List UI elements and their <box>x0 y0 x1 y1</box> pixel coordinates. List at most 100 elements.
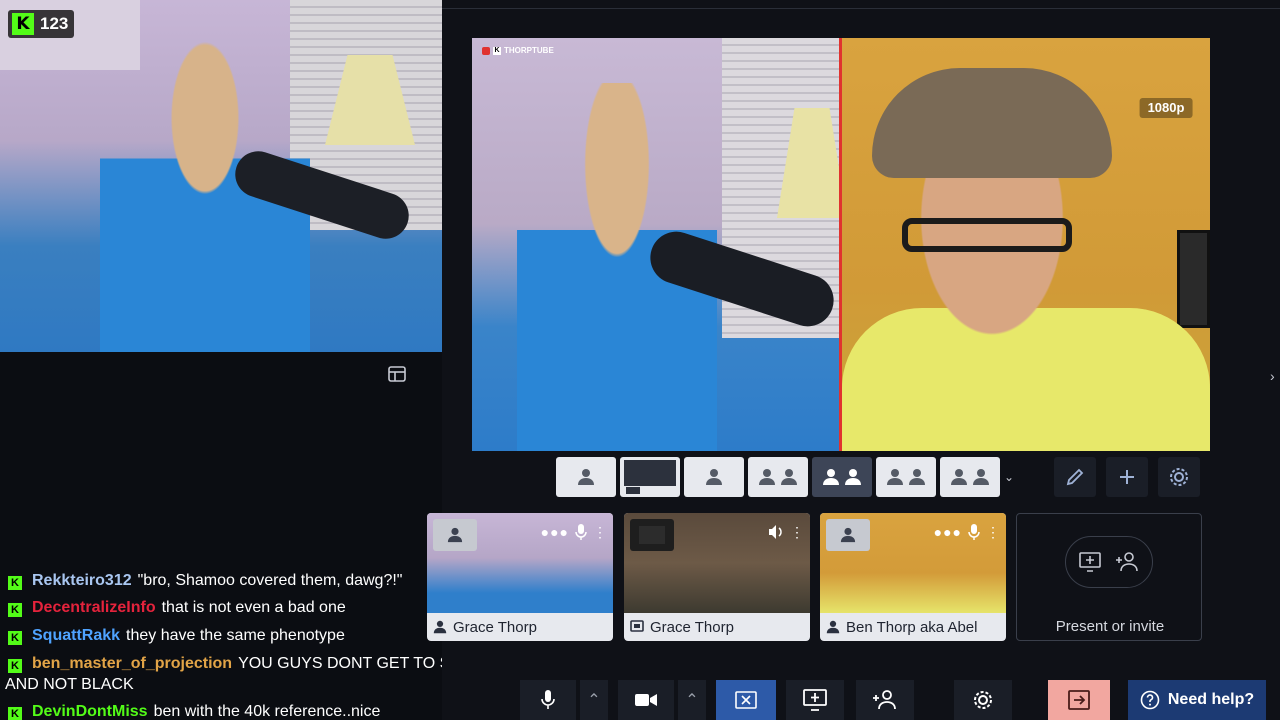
microphone-icon[interactable] <box>968 524 980 540</box>
person-icon <box>951 469 967 485</box>
present-or-invite-card[interactable]: Present or invite <box>1016 513 1202 641</box>
viewer-count-badge: K 123 <box>8 10 75 38</box>
more-options-icon[interactable]: ⋮ <box>986 524 1000 541</box>
add-person-icon <box>873 690 896 710</box>
screen-icon <box>639 526 665 544</box>
microphone-button[interactable] <box>520 680 576 720</box>
person-icon <box>823 469 839 485</box>
person-icon <box>433 620 447 634</box>
chat-username[interactable]: DecentralizeInfo <box>32 599 156 616</box>
chevron-up-icon: ⌃ <box>587 692 601 709</box>
audio-level-icon: ●●● <box>933 524 962 540</box>
participant-controls: ●●● ⋮ <box>541 521 607 543</box>
layout-two-up-button[interactable] <box>748 457 808 497</box>
add-to-stage-button[interactable] <box>433 519 477 551</box>
gear-icon <box>1170 468 1188 486</box>
camera-options-button[interactable]: ⌃ <box>678 680 706 720</box>
stage-hair <box>872 68 1112 178</box>
kick-logo-icon: K <box>493 46 501 55</box>
present-invite-icons <box>1065 536 1153 588</box>
microphone-icon <box>541 690 555 709</box>
stage-monitor <box>1177 230 1210 328</box>
person-icon <box>909 469 925 485</box>
add-person-icon <box>1116 552 1138 572</box>
brand-badge: K THORPTUBE <box>482 46 554 55</box>
participant-controls: ⋮ <box>768 521 804 543</box>
leave-studio-button[interactable] <box>1048 680 1110 720</box>
chat-username[interactable]: DevinDontMiss <box>32 703 148 720</box>
chat-message: K Rekkteiro312 "bro, Shamoo covered them, … <box>8 571 402 591</box>
chat-username[interactable]: ben_master_of_projection <box>32 655 232 672</box>
need-help-label: Need help? <box>1167 691 1255 708</box>
chevron-right-icon[interactable]: › <box>1270 368 1275 384</box>
participant-card[interactable]: ●●● ⋮ Ben Thorp aka Abel <box>820 513 1006 641</box>
layout-screen-button[interactable] <box>620 457 680 497</box>
person-icon <box>759 469 775 485</box>
screen-share-preview[interactable] <box>630 519 674 551</box>
plus-icon <box>1120 470 1134 484</box>
microphone-icon[interactable] <box>575 524 587 540</box>
participant-controls: ●●● ⋮ <box>934 521 1000 543</box>
layout-toggle-icon[interactable] <box>388 366 408 384</box>
studio-panel: K THORPTUBE 1080p › ⌄ ●●● ⋮ Grace Thorp … <box>427 0 1280 720</box>
chat-text: that is not even a bad one <box>161 599 346 616</box>
brand-name: THORPTUBE <box>504 46 554 55</box>
chat-text: "bro, Shamoo covered them, dawg?!" <box>137 572 403 589</box>
audio-level-icon: ●●● <box>540 524 569 540</box>
participant-label: Grace Thorp <box>624 613 810 641</box>
participant-name: Ben Thorp aka Abel <box>846 618 978 636</box>
layout-solo-button[interactable] <box>556 457 616 497</box>
share-screen-button[interactable] <box>786 680 844 720</box>
screen-share-add-icon <box>1079 552 1101 572</box>
invite-button[interactable] <box>856 680 914 720</box>
person-icon <box>887 469 903 485</box>
speaker-icon[interactable] <box>768 524 784 540</box>
participant-card[interactable]: ●●● ⋮ Grace Thorp <box>427 513 613 641</box>
need-help-button[interactable]: Need help? <box>1128 680 1266 720</box>
add-button[interactable] <box>1106 457 1148 497</box>
participant-name: Grace Thorp <box>650 618 734 636</box>
app-root: K 123 K Rekkteiro312 "bro, Shamoo covered … <box>0 0 1280 720</box>
person-icon <box>578 469 594 485</box>
edit-button[interactable] <box>1054 457 1096 497</box>
settings-button[interactable] <box>954 680 1012 720</box>
camera-button[interactable] <box>618 680 674 720</box>
resolution-badge: 1080p <box>1139 98 1193 118</box>
chat-message-continuation: AND NOT BLACK <box>5 676 134 693</box>
record-icon <box>482 46 490 55</box>
chat-username[interactable]: SquattRakk <box>32 627 120 644</box>
kick-badge-icon: K <box>8 603 22 617</box>
layout-group-button[interactable] <box>940 457 1000 497</box>
participant-card[interactable]: ⋮ Grace Thorp <box>624 513 810 641</box>
layout-split-button[interactable] <box>812 457 872 497</box>
chevron-down-icon[interactable]: ⌄ <box>1004 470 1014 484</box>
chat-username[interactable]: Rekkteiro312 <box>32 572 132 589</box>
viewer-count: 123 <box>40 14 69 33</box>
person-icon <box>973 469 989 485</box>
exit-icon <box>1068 690 1090 710</box>
layout-settings-button[interactable] <box>1158 457 1200 497</box>
stage-preview: K THORPTUBE 1080p <box>472 38 1210 451</box>
microphone-options-button[interactable]: ⌃ <box>580 680 608 720</box>
stop-share-button[interactable] <box>716 680 776 720</box>
kick-logo-icon: K <box>12 13 34 35</box>
gear-icon <box>974 691 992 709</box>
layout-pip-button[interactable] <box>684 457 744 497</box>
person-icon <box>845 469 861 485</box>
chat-message: K DecentralizeInfo that is not even a bad … <box>8 598 346 618</box>
kick-badge-icon: K <box>8 631 22 645</box>
chevron-up-icon: ⌃ <box>685 692 699 709</box>
add-to-stage-button[interactable] <box>826 519 870 551</box>
screen-layout-icon <box>624 460 676 494</box>
help-icon <box>1140 690 1160 710</box>
webcam-feed: K 123 <box>0 0 442 352</box>
layout-grid-button[interactable] <box>876 457 936 497</box>
more-options-icon[interactable]: ⋮ <box>790 524 804 541</box>
more-options-icon[interactable]: ⋮ <box>593 524 607 541</box>
person-icon <box>826 620 840 634</box>
participant-label: Grace Thorp <box>427 613 613 641</box>
person-icon <box>781 469 797 485</box>
chat-message: K DevinDontMiss ben with the 40k reference… <box>8 702 380 720</box>
stage-feed-grace <box>472 38 847 451</box>
stage-glasses <box>902 218 1072 252</box>
